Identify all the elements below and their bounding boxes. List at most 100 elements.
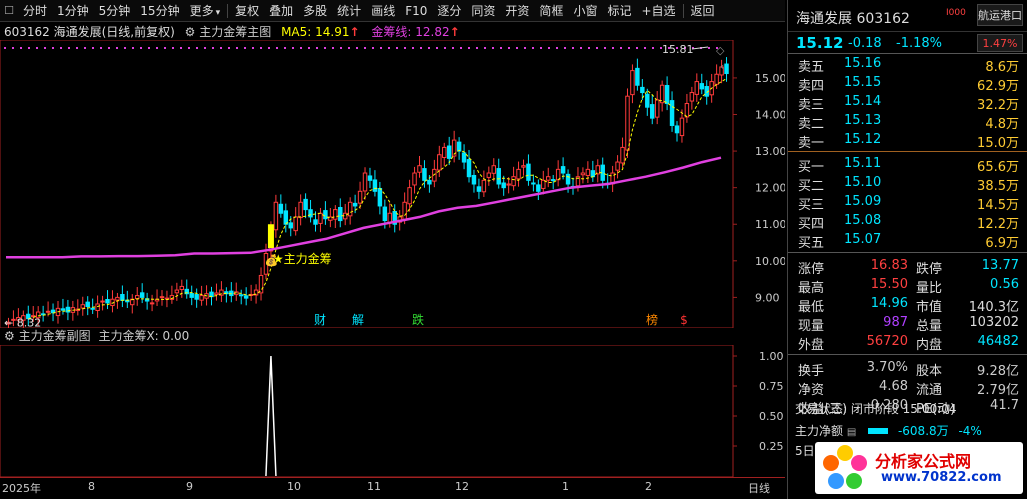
toolbar-item-small-window[interactable]: 小窗: [568, 0, 602, 21]
ask-row[interactable]: 卖五 15.16 8.6万: [788, 54, 1027, 75]
candle-body: [323, 210, 328, 220]
candle-body: [367, 175, 373, 181]
quote-price-row: 15.12 -0.18 -1.18% 1.47%: [788, 32, 1027, 54]
toolbar-item-mark[interactable]: 标记: [602, 0, 636, 21]
industry-change-pct[interactable]: 1.47%: [977, 34, 1023, 52]
candle-body: [536, 184, 541, 192]
toolbar-item-simple-frame[interactable]: 简框: [534, 0, 568, 21]
candle-body: [308, 209, 313, 218]
toolbar-item-15min[interactable]: 15分钟: [135, 0, 184, 21]
stat-value: 3.70%: [866, 360, 908, 375]
stat-row[interactable]: 换手 3.70% 股本 9.28亿: [788, 358, 1027, 379]
sub-indicator-chart[interactable]: 1.00 0.75 0.50 0.25: [0, 345, 785, 477]
candle-body: [521, 165, 526, 168]
toolbar-item-draw[interactable]: 画线: [366, 0, 400, 21]
industry-button[interactable]: 航运港口: [977, 4, 1023, 26]
ask-row[interactable]: 卖二 15.13 4.8万: [788, 111, 1027, 132]
arrow-up-icon: ↑: [449, 25, 460, 39]
stat-row[interactable]: 最高 15.50 量比 0.56: [788, 275, 1027, 296]
candle-body: [338, 207, 343, 222]
candle-body: [293, 216, 298, 232]
toolbar-item-5min[interactable]: 5分钟: [94, 0, 136, 21]
candle-body: [595, 165, 601, 175]
stat-row[interactable]: 现量 987 总量 103202: [788, 313, 1027, 334]
candle-body: [352, 202, 358, 207]
main-flow-value: -608.8万: [897, 424, 949, 438]
trade-status: 交易状态: 闭市阶段 15:00:04: [795, 402, 957, 416]
sub-indicator-value: 主力金筹X: 0.00: [98, 329, 190, 343]
candle-body: [199, 295, 204, 301]
ask-row[interactable]: 卖四 15.15 62.9万: [788, 73, 1027, 94]
candle-body: [115, 296, 120, 301]
level-price: 15.11: [844, 156, 882, 171]
current-price: 15.12: [796, 34, 844, 52]
timeframe-label[interactable]: 日线: [748, 480, 770, 496]
toolbar-item-back[interactable]: 返回: [686, 0, 720, 21]
toolbar-item-adjust[interactable]: 复权: [230, 0, 264, 21]
stat-value: 987: [883, 315, 908, 330]
candle-body: [313, 219, 318, 225]
toolbar-item-open-capital[interactable]: 开资: [500, 0, 534, 21]
candle-body: [446, 145, 452, 159]
stat-row[interactable]: 净资 4.68 流通 2.79亿: [788, 377, 1027, 398]
gear-icon[interactable]: ⚙: [4, 329, 15, 343]
chart-header: 603162 海通发展(日线,前复权) ⚙ 主力金筹主图 MA5: 14.91↑…: [4, 24, 460, 40]
high-price-label: 15.81: [662, 43, 694, 56]
ask-row[interactable]: 卖一 15.12 15.0万: [788, 130, 1027, 151]
ask-row[interactable]: 卖三 15.14 32.2万: [788, 92, 1027, 113]
bid-row[interactable]: 买四 15.08 12.2万: [788, 211, 1027, 232]
level-price: 15.12: [844, 132, 882, 147]
level-price: 15.14: [844, 94, 882, 109]
toolbar-item-add-watchlist[interactable]: +自选: [636, 0, 680, 21]
toolbar-item-minute[interactable]: 分时: [18, 0, 52, 21]
stat-row[interactable]: 涨停 16.83 跌停 13.77: [788, 256, 1027, 277]
bid-row[interactable]: 买一 15.11 65.6万: [788, 154, 1027, 175]
x-tick-label: 1: [562, 480, 569, 493]
bid-row[interactable]: 买三 15.09 14.5万: [788, 192, 1027, 213]
candle-body: [189, 293, 194, 298]
stat-value: 56720: [866, 334, 908, 349]
sub-chart-frame: [0, 345, 734, 477]
candle-body: [496, 168, 501, 185]
bid-row[interactable]: 买二 15.10 38.5万: [788, 173, 1027, 194]
y-tick-label: 12.00: [755, 182, 785, 195]
toolbar-item-f10[interactable]: F10: [400, 0, 432, 21]
candle-body: [362, 172, 368, 192]
toolbar-item-overlay[interactable]: 叠加: [264, 0, 298, 21]
toolbar-item-same-capital[interactable]: 同资: [466, 0, 500, 21]
watermark-logo: 分析家公式网 www.70822.com: [815, 442, 1023, 494]
stat-value: 0.56: [990, 277, 1019, 292]
sub-indicator-name[interactable]: 主力金筹副图: [19, 329, 91, 343]
bid-row[interactable]: 买五 15.07 6.9万: [788, 230, 1027, 251]
level-price: 15.16: [844, 56, 882, 71]
candle-body: [486, 172, 492, 178]
candle-body: [357, 190, 363, 204]
candle-body: [684, 103, 690, 118]
candle-body: [80, 304, 85, 309]
toolbar-item-stats[interactable]: 统计: [332, 0, 366, 21]
candle-body: [407, 187, 412, 205]
candle-body: [635, 67, 640, 86]
toolbar-item-1min[interactable]: 1分钟: [52, 0, 94, 21]
toolbar-item-more[interactable]: 更多 ▾: [185, 0, 226, 21]
level-price: 15.15: [844, 75, 882, 90]
candle-body: [85, 301, 90, 308]
toolbar-toggle-icon[interactable]: ☐: [0, 0, 18, 21]
main-price-chart[interactable]: 15.00 14.00 13.00 12.00 11.00 10.00 9.00 ★主力金筹💰…: [0, 40, 785, 328]
candle-body: [461, 152, 467, 163]
toolbar-divider: [682, 3, 684, 18]
candle-body: [194, 294, 199, 300]
toolbar-item-multi-stock[interactable]: 多股: [298, 0, 332, 21]
table-icon[interactable]: ▤: [847, 427, 856, 438]
stat-row[interactable]: 最低 14.96 市值 140.3亿: [788, 294, 1027, 315]
toolbar-item-tick[interactable]: 逐分: [432, 0, 466, 21]
level-volume: 6.9万: [985, 236, 1019, 251]
main-indicator-name[interactable]: ⚙ 主力金筹主图: [185, 25, 272, 39]
day-range-label[interactable]: 5日: [795, 442, 815, 459]
chart-toolbar: ☐ 分时 1分钟 5分钟 15分钟 更多 ▾ 复权 叠加 多股 统计 画线 F10…: [0, 0, 785, 22]
candle-body: [580, 172, 586, 176]
candle-body: [134, 295, 140, 300]
candle-body: [546, 176, 551, 181]
candle-body: [669, 100, 675, 126]
stat-row[interactable]: 外盘 56720 内盘 46482: [788, 332, 1027, 353]
